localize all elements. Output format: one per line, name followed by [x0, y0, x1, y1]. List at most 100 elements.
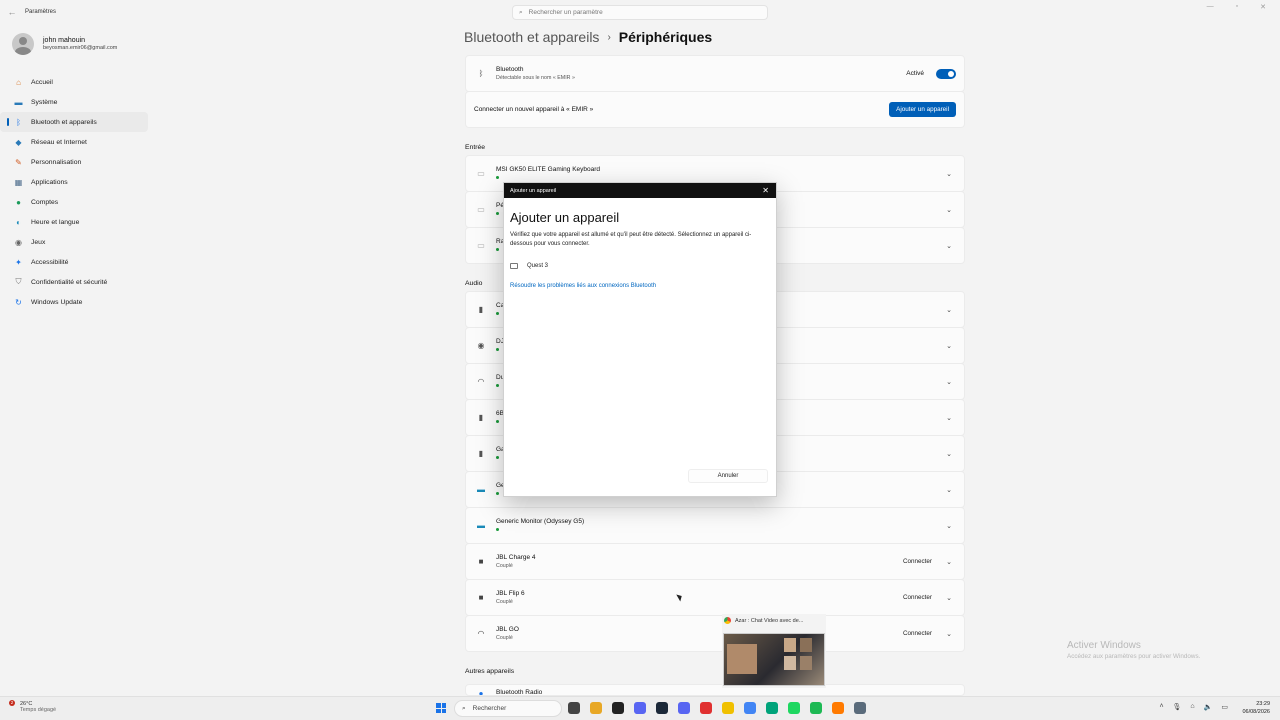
- video-thumb: [800, 638, 812, 652]
- network-icon[interactable]: ⌂: [1190, 703, 1194, 711]
- cancel-button[interactable]: Annuler: [688, 469, 768, 483]
- connect-button[interactable]: Connecter: [903, 594, 932, 601]
- device-row[interactable]: ■ JBL Charge 4 Couplé Connecter ⌄: [465, 543, 965, 580]
- video-thumb: [784, 656, 796, 670]
- chevron-down-icon[interactable]: ⌄: [942, 342, 956, 350]
- connect-button[interactable]: Connecter: [903, 630, 932, 637]
- weather-widget[interactable]: 2 26°C Temps dégagé: [9, 700, 56, 713]
- device-name: Generic Monitor (Odyssey G5): [496, 518, 585, 525]
- minimize-icon[interactable]: —: [1207, 3, 1214, 11]
- sidebar-item-label: Heure et langue: [31, 218, 80, 226]
- taskbar-app-icon[interactable]: [788, 702, 800, 714]
- taskbar-app-icon[interactable]: [766, 702, 778, 714]
- sidebar-item[interactable]: ▬ Système: [0, 92, 148, 112]
- chevron-down-icon[interactable]: ⌄: [942, 378, 956, 386]
- taskbar-app-icon[interactable]: [590, 702, 602, 714]
- chevron-down-icon[interactable]: ⌄: [942, 414, 956, 422]
- close-icon[interactable]: ✕: [1260, 3, 1266, 11]
- pip-video-window[interactable]: Azar : Chat Video avec de...: [722, 614, 826, 688]
- keyboard-icon: ▭: [477, 169, 485, 178]
- taskbar-app-icon[interactable]: [612, 702, 624, 714]
- add-device-card: Connecter un nouvel appareil à « EMIR » …: [465, 91, 965, 128]
- sidebar-item[interactable]: ◐ Heure et langue: [0, 212, 148, 232]
- speaker-icon: ▮: [478, 449, 484, 458]
- search-icon: ⌕: [462, 704, 466, 712]
- sidebar-item-label: Système: [31, 98, 58, 106]
- settings-search-input[interactable]: ⌕ Rechercher un paramètre: [512, 5, 768, 20]
- sidebar-item-label: Confidentialité et sécurité: [31, 278, 108, 286]
- sidebar-item-label: Réseau et Internet: [31, 138, 87, 146]
- chevron-down-icon[interactable]: ⌄: [942, 242, 956, 250]
- chevron-down-icon[interactable]: ⌄: [942, 558, 956, 566]
- chevron-down-icon[interactable]: ⌄: [942, 486, 956, 494]
- home-icon: ⌂: [16, 77, 21, 87]
- connect-button[interactable]: Connecter: [903, 558, 932, 565]
- device-row[interactable]: ◠ JBL GO Couplé Connecter ⌄: [465, 615, 965, 652]
- monitor-device-row[interactable]: ▬ Generic Monitor (Odyssey G5) ⌄: [465, 507, 965, 544]
- device-row[interactable]: ■ JBL Flip 6 Couplé Connecter ⌄: [465, 579, 965, 616]
- chevron-down-icon[interactable]: ⌄: [942, 170, 956, 178]
- taskbar-app-icon[interactable]: [832, 702, 844, 714]
- maximize-icon[interactable]: ▫: [1236, 3, 1238, 11]
- speaker-icon: ■: [478, 593, 484, 602]
- troubleshoot-link[interactable]: Résoudre les problèmes liés aux connexio…: [510, 283, 776, 289]
- taskbar-app-icon[interactable]: [810, 702, 822, 714]
- sidebar-item[interactable]: ● Comptes: [0, 192, 148, 212]
- sidebar-item[interactable]: ⛉ Confidentialité et sécurité: [0, 272, 148, 292]
- taskbar-app-icon[interactable]: [854, 702, 866, 714]
- sidebar-item-label: Jeux: [31, 238, 46, 246]
- sidebar-item-label: Windows Update: [31, 298, 83, 306]
- bluetooth-toggle[interactable]: [936, 68, 956, 79]
- chrome-icon: [724, 617, 731, 624]
- sidebar-item-label: Applications: [31, 178, 68, 186]
- sidebar-item[interactable]: ᛒ Bluetooth et appareils: [0, 112, 148, 132]
- monitor-icon: ▬: [14, 97, 23, 107]
- globe-icon: ◐: [16, 217, 21, 227]
- microphone-icon[interactable]: 🎙: [1173, 703, 1182, 711]
- system-tray: ˄ 🎙 ⌂ 🔈 ▭: [1159, 703, 1228, 711]
- chevron-down-icon[interactable]: ⌄: [942, 594, 956, 602]
- taskbar-app-icon[interactable]: [700, 702, 712, 714]
- taskbar-app-icon[interactable]: [634, 702, 646, 714]
- sidebar-item[interactable]: ◉ Jeux: [0, 232, 148, 252]
- sidebar-item[interactable]: ↻ Windows Update: [0, 292, 148, 312]
- sidebar-item[interactable]: ✎ Personnalisation: [0, 152, 148, 172]
- chevron-down-icon[interactable]: ⌄: [942, 450, 956, 458]
- taskbar-app-icon[interactable]: [722, 702, 734, 714]
- bluetooth-subtitle: Détectable sous le nom « EMIR »: [496, 75, 575, 81]
- sidebar-item[interactable]: ✦ Accessibilité: [0, 252, 148, 272]
- clock[interactable]: 23:29 06/08/2026: [1242, 700, 1270, 716]
- start-button[interactable]: [436, 703, 446, 713]
- pip-title: Azar : Chat Video avec de...: [735, 617, 804, 624]
- device-name: JBL Charge 4: [496, 554, 536, 561]
- chevron-up-icon[interactable]: ˄: [1159, 703, 1163, 711]
- volume-icon[interactable]: 🔈: [1204, 703, 1213, 711]
- taskbar-app-icon[interactable]: [656, 702, 668, 714]
- battery-icon[interactable]: ▭: [1221, 703, 1228, 711]
- taskbar-search[interactable]: ⌕ Rechercher: [454, 700, 562, 717]
- monitor-icon: ▬: [477, 521, 485, 530]
- chevron-down-icon[interactable]: ⌄: [942, 522, 956, 530]
- chevron-down-icon[interactable]: ⌄: [942, 630, 956, 638]
- chevron-down-icon[interactable]: ⌄: [942, 306, 956, 314]
- user-profile[interactable]: john mahouin beyosman.emir06@gmail.com: [0, 28, 150, 60]
- taskbar-app-icon[interactable]: [678, 702, 690, 714]
- close-icon[interactable]: ✕: [762, 186, 769, 195]
- video-frame: [723, 633, 825, 686]
- add-device-dialog: Ajouter un appareil ✕ Ajouter un apparei…: [503, 182, 777, 497]
- clock-time: 23:29: [1256, 701, 1270, 707]
- taskbar-app-icon[interactable]: [568, 702, 580, 714]
- chevron-down-icon[interactable]: ⌄: [942, 206, 956, 214]
- discovered-device[interactable]: Quest 3: [510, 263, 776, 269]
- back-arrow-icon[interactable]: ←: [0, 7, 24, 17]
- other-device-row[interactable]: ● Bluetooth Radio: [465, 684, 965, 696]
- headphones-icon: ◠: [477, 629, 485, 638]
- sidebar-item-label: Comptes: [31, 198, 59, 206]
- sidebar-item[interactable]: ⌂ Accueil: [0, 72, 148, 92]
- taskbar-app-icon[interactable]: [744, 702, 756, 714]
- breadcrumb-parent[interactable]: Bluetooth et appareils: [464, 29, 599, 45]
- sidebar-item[interactable]: ◆ Réseau et Internet: [0, 132, 148, 152]
- add-device-button[interactable]: Ajouter un appareil: [889, 102, 956, 117]
- sidebar-item[interactable]: ▦ Applications: [0, 172, 148, 192]
- bluetooth-state-label: Activé: [906, 70, 924, 77]
